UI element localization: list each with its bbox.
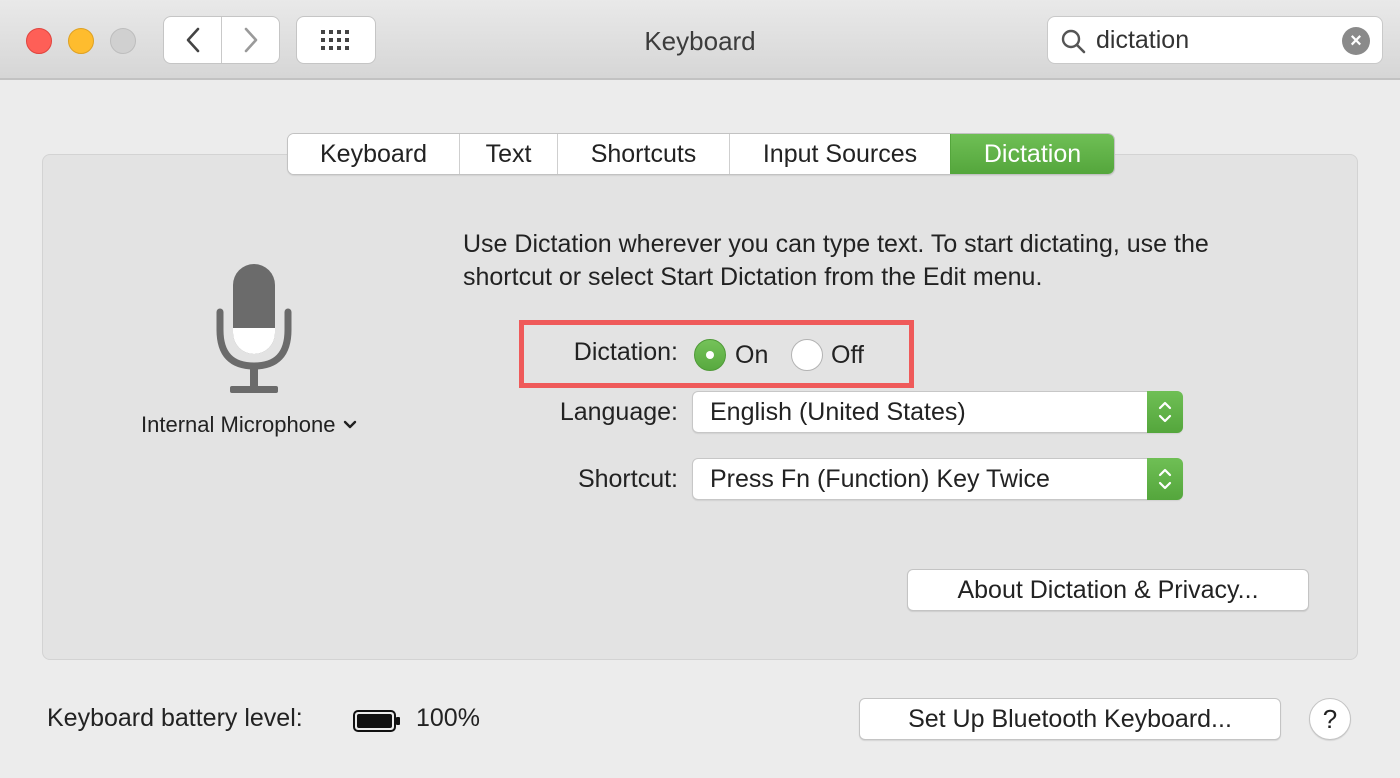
microphone-source-select[interactable]: Internal Microphone bbox=[141, 410, 357, 440]
forward-button[interactable] bbox=[221, 17, 279, 63]
dictation-off-radio[interactable] bbox=[791, 339, 823, 371]
battery-icon bbox=[353, 710, 400, 732]
search-field[interactable]: × bbox=[1047, 16, 1383, 64]
minimize-window-button[interactable] bbox=[68, 28, 94, 54]
tab-bar: Keyboard Text Shortcuts Input Sources Di… bbox=[287, 133, 1115, 175]
battery-level-value: 100% bbox=[416, 704, 480, 732]
microphone-icon bbox=[216, 264, 292, 393]
grid-icon bbox=[321, 30, 349, 50]
language-label: Language: bbox=[559, 398, 678, 426]
tab-dictation[interactable]: Dictation bbox=[950, 134, 1114, 174]
tab-input-sources[interactable]: Input Sources bbox=[729, 134, 950, 174]
shortcut-select[interactable]: Press Fn (Function) Key Twice bbox=[692, 458, 1183, 500]
search-icon bbox=[1061, 29, 1086, 54]
dictation-on-radio[interactable] bbox=[694, 339, 726, 371]
tab-keyboard[interactable]: Keyboard bbox=[288, 134, 459, 174]
dictation-on-label[interactable]: On bbox=[735, 341, 768, 370]
setup-bluetooth-keyboard-button[interactable]: Set Up Bluetooth Keyboard... bbox=[859, 698, 1281, 740]
updown-icon bbox=[1147, 458, 1183, 500]
about-dictation-privacy-button[interactable]: About Dictation & Privacy... bbox=[907, 569, 1309, 611]
shortcut-label: Shortcut: bbox=[577, 465, 678, 493]
search-input[interactable] bbox=[1096, 23, 1336, 57]
zoom-window-button[interactable] bbox=[110, 28, 136, 54]
shortcut-value: Press Fn (Function) Key Twice bbox=[710, 465, 1050, 493]
dictation-toggle-label: Dictation: bbox=[573, 338, 678, 366]
clear-search-icon[interactable]: × bbox=[1342, 27, 1370, 55]
dictation-off-label[interactable]: Off bbox=[831, 341, 864, 370]
battery-level-label: Keyboard battery level: bbox=[47, 704, 303, 732]
language-select[interactable]: English (United States) bbox=[692, 391, 1183, 433]
show-all-button[interactable] bbox=[296, 16, 376, 64]
microphone-source-label: Internal Microphone bbox=[141, 412, 336, 437]
back-button[interactable] bbox=[164, 17, 221, 63]
help-button[interactable]: ? bbox=[1309, 698, 1351, 740]
chevron-left-icon bbox=[186, 27, 199, 53]
chevron-right-icon bbox=[244, 27, 257, 53]
title-bar: Keyboard × bbox=[0, 0, 1400, 80]
language-value: English (United States) bbox=[710, 398, 966, 426]
close-window-button[interactable] bbox=[26, 28, 52, 54]
tab-text[interactable]: Text bbox=[459, 134, 557, 174]
back-forward-group bbox=[163, 16, 280, 64]
chevron-down-icon bbox=[344, 420, 357, 429]
dictation-description: Use Dictation wherever you can type text… bbox=[463, 230, 1209, 291]
tab-shortcuts[interactable]: Shortcuts bbox=[557, 134, 729, 174]
updown-icon bbox=[1147, 391, 1183, 433]
